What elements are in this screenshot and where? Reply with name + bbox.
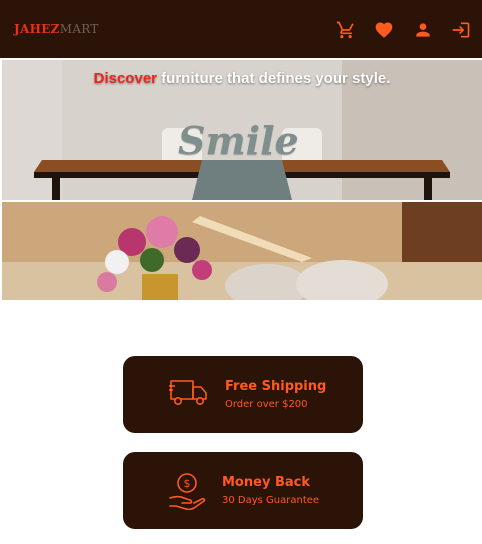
hero-banner: Discover furniture that defines your sty…: [2, 60, 482, 300]
brand-name-part1: JAHEZ: [14, 22, 60, 36]
heart-icon[interactable]: [374, 20, 394, 40]
navbar: JAHEZMART: [0, 0, 482, 58]
money-hand-icon: $: [167, 470, 207, 514]
hero-image-dining: Discover furniture that defines your sty…: [2, 60, 482, 200]
feature-subtitle: Order over $200: [225, 399, 308, 410]
feature-card-shipping: Free Shipping Order over $200: [123, 356, 363, 433]
smile-sign: Smile: [178, 118, 299, 163]
hero-headline-text: furniture that defines your style.: [157, 70, 391, 87]
cart-icon[interactable]: [336, 20, 356, 40]
hero-headline-accent: Discover: [93, 70, 157, 87]
svg-text:$: $: [184, 477, 191, 490]
truck-icon: [169, 378, 209, 412]
brand-logo[interactable]: JAHEZMART: [14, 21, 99, 37]
brand-name-part2: MART: [59, 22, 99, 36]
person-icon[interactable]: [413, 20, 433, 40]
feature-card-money-back: $ Money Back 30 Days Guarantee: [123, 452, 363, 529]
feature-title: Money Back: [222, 475, 310, 490]
feature-title: Free Shipping: [225, 379, 327, 394]
feature-subtitle: 30 Days Guarantee: [222, 495, 320, 506]
login-icon[interactable]: [451, 20, 471, 40]
hero-headline: Discover furniture that defines your sty…: [2, 70, 482, 87]
hero-image-living: [2, 202, 482, 300]
